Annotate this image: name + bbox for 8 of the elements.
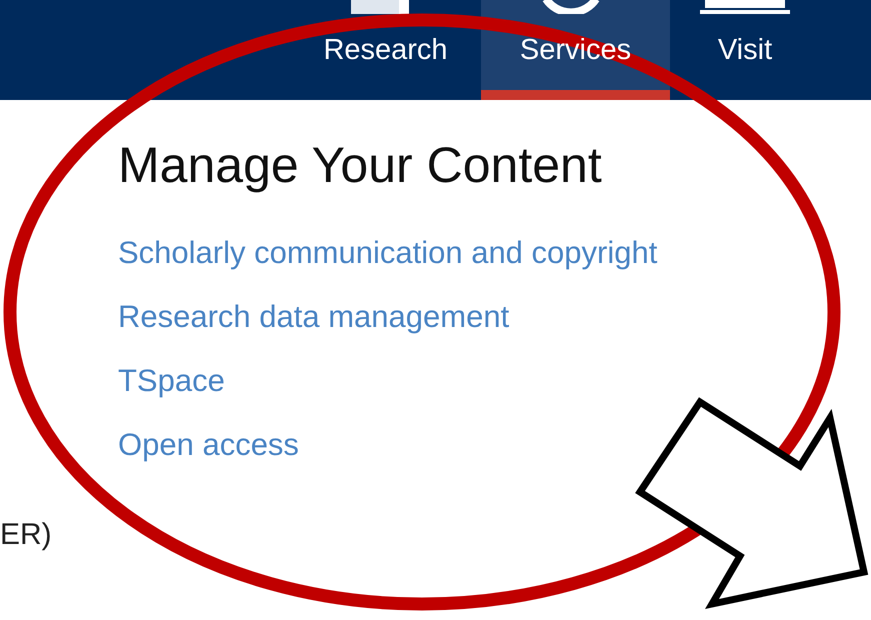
- content-link[interactable]: Scholarly communication and copyright: [118, 234, 658, 272]
- cut-off-text: ER): [0, 517, 52, 553]
- nav-tab[interactable]: Visit: [670, 0, 820, 100]
- content-link[interactable]: Research data management: [118, 298, 510, 336]
- nav-tab[interactable]: Research: [290, 0, 481, 100]
- section-heading: Manage Your Content: [118, 140, 603, 190]
- content-link[interactable]: Open access: [118, 426, 299, 464]
- content-link[interactable]: TSpace: [118, 362, 225, 400]
